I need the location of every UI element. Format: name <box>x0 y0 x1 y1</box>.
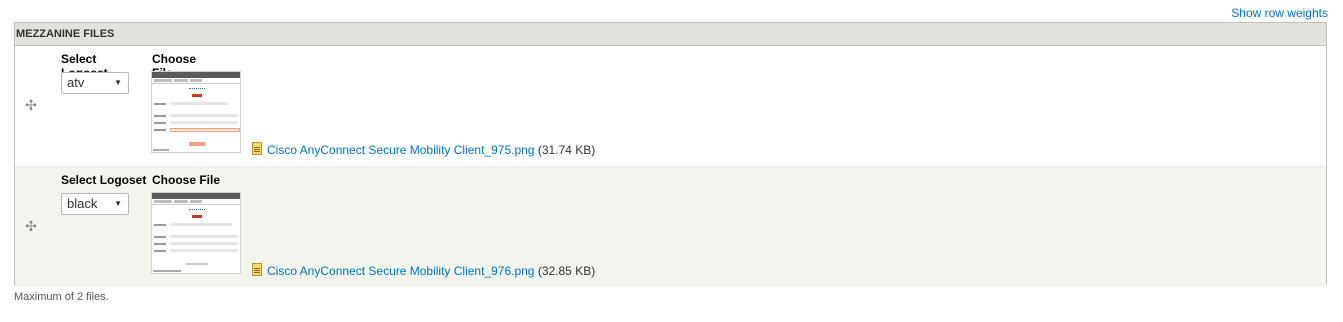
table-row: ✣ Select Logoset Choose File atv ▼ Cisco… <box>15 46 1326 167</box>
logoset-select[interactable]: atv ▼ <box>61 72 129 94</box>
table-row: ✣ Select Logoset Choose File black ▼ Cis… <box>15 167 1326 287</box>
mezzanine-files-table: MEZZANINE FILES ✣ Select Logoset Choose … <box>14 22 1327 287</box>
image-file-icon <box>252 263 262 276</box>
file-thumbnail[interactable] <box>151 71 241 153</box>
field-description: Maximum of 2 files. <box>14 291 109 303</box>
caret-down-icon: ▼ <box>114 78 122 87</box>
drag-handle-icon[interactable]: ✣ <box>24 98 38 112</box>
file-link-row: Cisco AnyConnect Secure Mobility Client_… <box>252 142 595 157</box>
file-size: (32.85 KB) <box>537 264 596 278</box>
choose-file-label: Choose File <box>152 173 221 187</box>
image-file-icon <box>252 142 262 155</box>
show-row-weights-link[interactable]: Show row weights <box>1231 6 1328 20</box>
drag-handle-icon[interactable]: ✣ <box>24 219 38 233</box>
file-link-row: Cisco AnyConnect Secure Mobility Client_… <box>252 263 595 278</box>
caret-down-icon: ▼ <box>114 199 122 208</box>
logoset-label: Select Logoset <box>61 173 147 187</box>
file-link[interactable]: Cisco AnyConnect Secure Mobility Client_… <box>267 143 534 157</box>
table-header: MEZZANINE FILES <box>15 23 1326 46</box>
file-link[interactable]: Cisco AnyConnect Secure Mobility Client_… <box>267 264 534 278</box>
logoset-select[interactable]: black ▼ <box>61 193 129 215</box>
logoset-select-value: black <box>67 196 98 211</box>
file-size: (31.74 KB) <box>537 143 596 157</box>
logoset-select-value: atv <box>67 75 85 90</box>
file-thumbnail[interactable] <box>151 192 241 274</box>
